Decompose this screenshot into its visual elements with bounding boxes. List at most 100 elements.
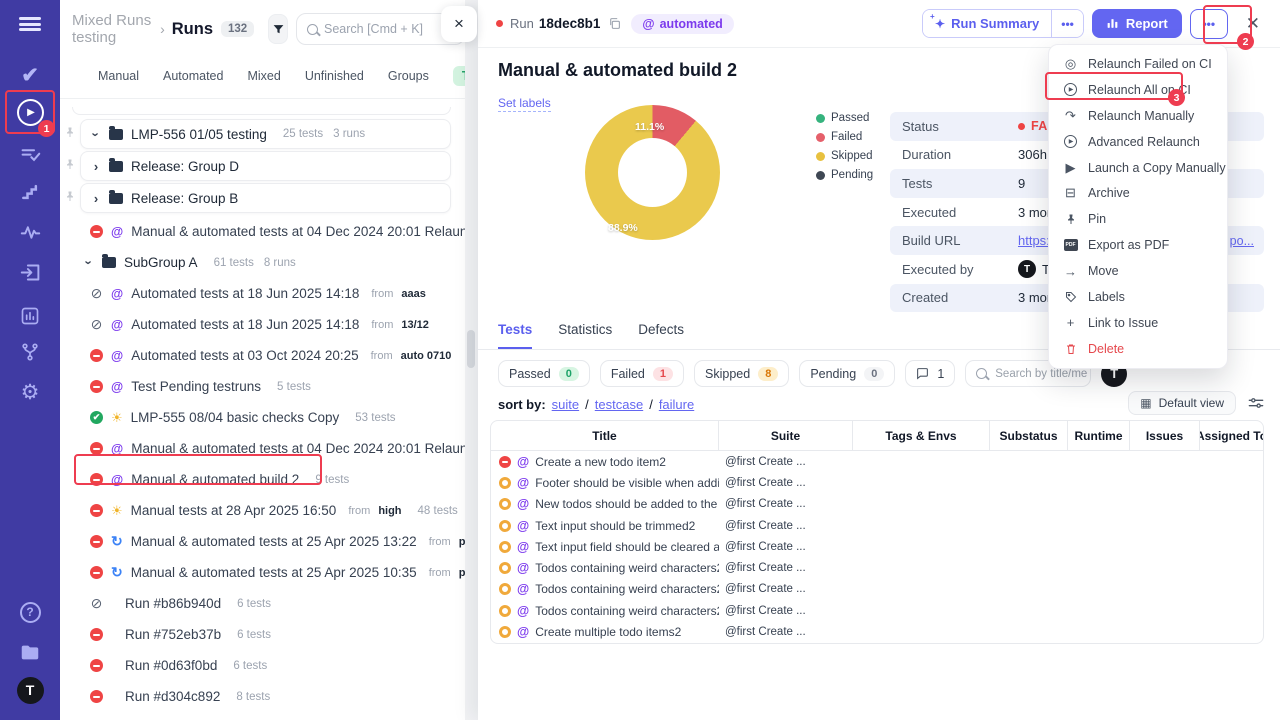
table-row[interactable]: @ Todos containing weird characters2 @fir… (491, 557, 1263, 578)
run-list-item[interactable]: ⊘ Run #b86b940d 6 tests (60, 588, 465, 619)
folder-row[interactable]: › Release: Group B (64, 183, 465, 213)
chevron-down-icon[interactable]: › (89, 129, 104, 139)
folder-name: Release: Group B (131, 190, 239, 206)
steps-icon[interactable] (0, 174, 60, 210)
menu-item-relaunch-manually[interactable]: ↷ Relaunch Manually (1049, 103, 1227, 129)
menu-item-link-to-issue[interactable]: + Link to Issue (1049, 310, 1227, 336)
menu-icon[interactable] (0, 6, 60, 42)
table-row[interactable]: @ Create multiple todo items2 @first Crea… (491, 621, 1263, 642)
chip-failed[interactable]: Failed 1 (599, 360, 684, 387)
chevron-right-icon[interactable]: › (91, 159, 101, 174)
menu-item-labels[interactable]: Labels (1049, 284, 1227, 310)
folder-row[interactable]: › LMP-556 01/05 testing 25 tests 3 runs (64, 119, 465, 149)
menu-item-export-pdf[interactable]: PDF Export as PDF (1049, 232, 1227, 258)
menu-item-move[interactable]: → Move (1049, 258, 1227, 284)
scrollbar-thumb[interactable] (467, 330, 475, 368)
breadcrumb-project[interactable]: Mixed Runs testing (72, 12, 153, 46)
tab-mixed[interactable]: Mixed (247, 69, 280, 83)
runs-search-input[interactable] (324, 22, 454, 36)
table-row[interactable]: @ Text input should be trimmed2 @first Cr… (491, 515, 1263, 536)
tab-unfinished[interactable]: Unfinished (305, 69, 364, 83)
table-row[interactable]: @ Todos containing weird characters2 @fir… (491, 600, 1263, 621)
annotation-badge-1: 1 (38, 120, 55, 137)
user-avatar[interactable]: T (0, 672, 60, 708)
tests-search-input[interactable] (995, 367, 1088, 380)
run-summary-button[interactable]: ✦ + Run Summary (923, 10, 1052, 37)
table-row[interactable]: @Footer should be visible when adding TO… (491, 472, 1263, 493)
table-row[interactable]: @ Create a new todo item2 @first Create .… (491, 451, 1263, 472)
menu-item-archive[interactable]: ⊟ Archive (1049, 180, 1227, 206)
tab-defects[interactable]: Defects (638, 322, 684, 349)
pin-icon[interactable] (64, 125, 78, 143)
run-list-item[interactable]: ⊘ @ Automated tests at 18 Jun 2025 14:18… (60, 309, 465, 340)
run-list-item[interactable]: ✔ ☀ LMP-555 08/04 basic checks Copy 53 t… (60, 402, 465, 433)
run-list-item[interactable]: @ Manual & automated tests at 04 Dec 202… (60, 433, 465, 464)
table-row[interactable]: @Text input field should be cleared afte… (491, 536, 1263, 557)
import-icon[interactable] (0, 254, 60, 290)
tab-today[interactable]: To (452, 66, 465, 86)
activity-pulse-icon[interactable] (0, 214, 60, 250)
tab-automated[interactable]: Automated (163, 69, 223, 83)
chip-pending[interactable]: Pending 0 (799, 360, 896, 387)
bar-chart-icon[interactable] (0, 298, 60, 334)
task-list-icon[interactable] (0, 137, 60, 173)
run-summary-more-button[interactable]: ••• (1051, 10, 1083, 37)
menu-item-delete[interactable]: Delete (1049, 336, 1227, 362)
tab-tests[interactable]: Tests (498, 322, 533, 349)
pin-icon[interactable] (64, 157, 78, 175)
runs-search[interactable] (296, 13, 465, 45)
set-labels-link[interactable]: Set labels (498, 96, 551, 112)
table-row[interactable]: @New todos should be added to the bottom… (491, 494, 1263, 515)
run-list-item[interactable]: ⊘ @ Automated tests at 18 Jun 2025 14:18… (60, 278, 465, 309)
runs-panel-close-button[interactable]: × (441, 6, 477, 42)
menu-item-relaunch-all-on-ci[interactable]: ▶ Relaunch All on CI (1049, 77, 1227, 103)
report-button[interactable]: Report (1091, 9, 1182, 38)
folder-row[interactable]: › Release: Group D (64, 151, 465, 181)
mixed-run-icon: ☀ (111, 502, 123, 518)
sort-by-suite[interactable]: suite (552, 397, 579, 412)
run-list-item[interactable]: @ Manual & automated tests at 04 Dec 202… (60, 216, 465, 247)
menu-item-advanced-relaunch[interactable]: ▶ Advanced Relaunch (1049, 129, 1227, 155)
column-settings-icon[interactable] (1248, 396, 1264, 410)
run-list-item[interactable]: ☀ Manual tests at 28 Apr 2025 16:50 from… (60, 495, 465, 526)
tab-groups[interactable]: Groups (388, 69, 429, 83)
menu-item-pin[interactable]: Pin (1049, 206, 1227, 232)
tab-manual[interactable]: Manual (98, 69, 139, 83)
chevron-down-icon[interactable]: › (82, 258, 97, 268)
run-list-item[interactable]: Run #d304c892 8 tests (60, 681, 465, 712)
copy-icon[interactable] (608, 17, 621, 30)
chip-passed[interactable]: Passed 0 (498, 360, 590, 387)
check-icon[interactable]: ✔ (0, 57, 60, 93)
settings-gear-icon[interactable]: ⚙ (0, 374, 60, 410)
subfolder-row[interactable]: › SubGroup A 61 tests 8 runs (60, 247, 465, 278)
tab-statistics[interactable]: Statistics (558, 322, 612, 349)
branch-icon[interactable] (0, 334, 60, 370)
run-list-item[interactable]: @ Automated tests at 03 Oct 2024 20:25 f… (60, 340, 465, 371)
run-list-item[interactable]: Run #0d63f0bd 6 tests (60, 650, 465, 681)
chip-skipped[interactable]: Skipped 8 (694, 360, 790, 387)
run-more-actions-button[interactable]: ••• (1189, 8, 1228, 39)
menu-item-launch-copy-manually[interactable]: ▶ Launch a Copy Manually (1049, 155, 1227, 181)
help-icon[interactable]: ? (0, 594, 60, 630)
pin-icon[interactable] (64, 189, 78, 207)
run-list-item[interactable]: ↻ Manual & automated tests at 25 Apr 202… (60, 557, 465, 588)
arrow-right-icon: → (1064, 263, 1077, 279)
table-row[interactable]: @ Todos containing weird characters2 @fir… (491, 579, 1263, 600)
failed-status-icon (90, 473, 103, 486)
sort-by-failure[interactable]: failure (659, 397, 694, 412)
run-list-item[interactable]: Run #26d30145 5 tests (60, 712, 465, 720)
run-list-item[interactable]: ↻ Manual & automated tests at 25 Apr 202… (60, 526, 465, 557)
detail-close-button[interactable]: ✕ (1240, 14, 1266, 34)
filter-button[interactable] (268, 14, 288, 44)
chip-comments[interactable]: 1 (905, 360, 956, 387)
sort-by-testcase[interactable]: testcase (595, 397, 643, 412)
projects-folder-icon[interactable] (0, 634, 60, 670)
run-list-item[interactable]: Run #752eb37b 6 tests (60, 619, 465, 650)
build-url-link-end[interactable]: po... (1230, 234, 1254, 248)
chevron-right-icon[interactable]: › (91, 191, 101, 206)
menu-item-relaunch-failed-on-ci[interactable]: ◎ Relaunch Failed on CI (1049, 51, 1227, 77)
default-view-button[interactable]: ▦ Default view (1128, 391, 1236, 415)
passed-legend-dot (816, 113, 825, 123)
run-list-item[interactable]: @ Test Pending testruns 5 tests (60, 371, 465, 402)
run-list-item-selected[interactable]: @ Manual & automated build 2 9 tests (60, 464, 465, 495)
